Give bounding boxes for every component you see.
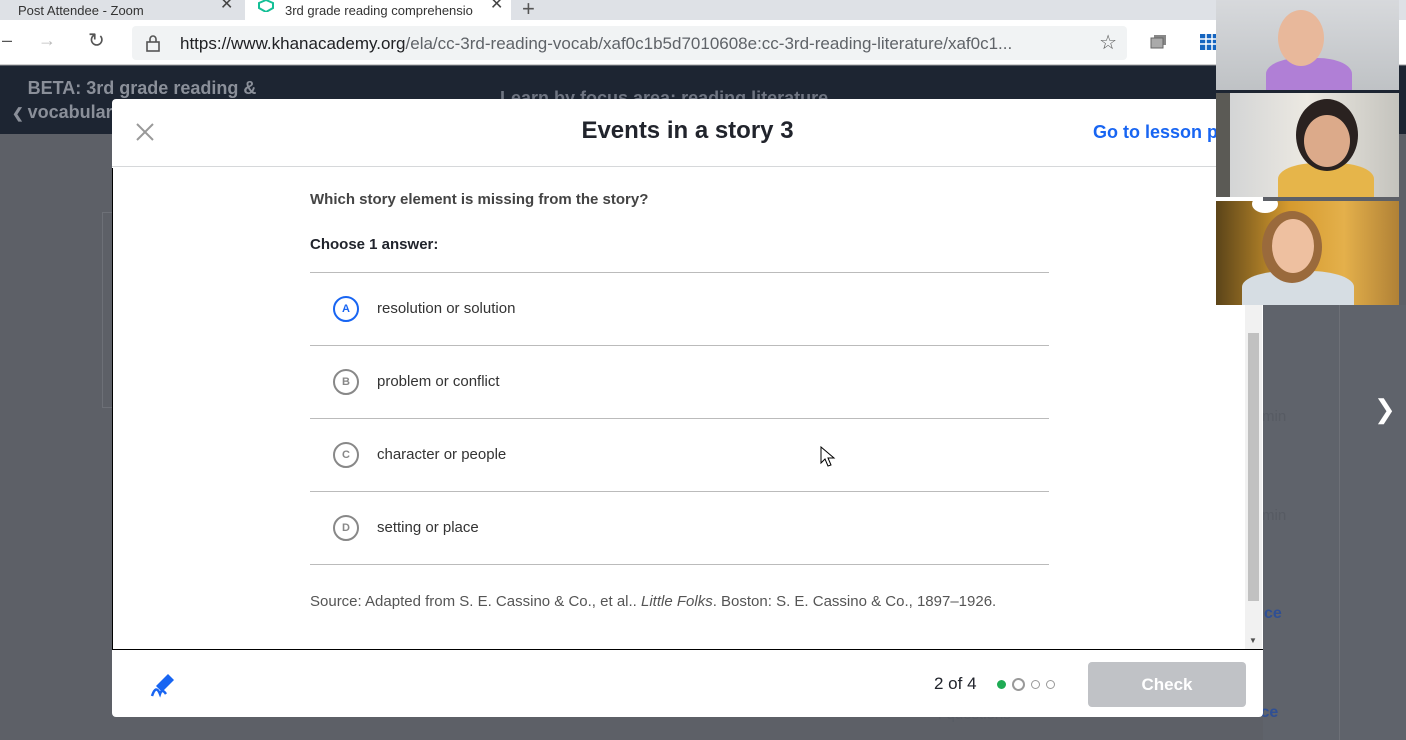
back-icon[interactable]: – xyxy=(2,30,12,51)
tab-zoom-close-icon[interactable]: ✕ xyxy=(220,0,233,13)
favorite-star-icon[interactable]: ☆ xyxy=(1099,30,1117,55)
participant-video-2[interactable] xyxy=(1216,93,1399,197)
source-title: Little Folks xyxy=(641,593,713,610)
tab-zoom-label: Post Attendee - Zoom xyxy=(18,2,144,18)
background-practice-link: ce xyxy=(1264,605,1282,622)
choice-a-letter: A xyxy=(333,296,359,322)
progress-dots xyxy=(997,678,1055,691)
new-tab-button[interactable]: + xyxy=(522,0,535,22)
address-bar[interactable]: https://www.khanacademy.org/ela/cc-3rd-r… xyxy=(132,26,1127,60)
choice-c[interactable]: C character or people xyxy=(310,419,1049,492)
exercise-content: Which story element is missing from the … xyxy=(112,168,1263,649)
participant-2-face xyxy=(1304,115,1350,167)
background-text-min-2: min xyxy=(1262,507,1287,524)
choice-c-letter: C xyxy=(333,442,359,468)
choice-c-text: character or people xyxy=(377,446,507,463)
participant-3-face xyxy=(1272,219,1314,273)
participant-video-3[interactable] xyxy=(1216,201,1399,305)
source-suffix: . Boston: S. E. Cassino & Co., 1897–1926… xyxy=(712,593,997,610)
modal-title: Events in a story 3 xyxy=(581,117,794,144)
collections-icon[interactable] xyxy=(1150,34,1168,50)
exercise-modal: Events in a story 3 Go to lesson pa Whic… xyxy=(112,99,1263,717)
chevron-right-icon[interactable]: ❯ xyxy=(1374,394,1396,425)
tab-khan-academy[interactable]: 3rd grade reading comprehensio ✕ xyxy=(245,0,511,20)
scratchpad-pencil-icon[interactable] xyxy=(148,670,178,700)
progress-dot-2 xyxy=(1012,678,1025,691)
choice-d-letter: D xyxy=(333,515,359,541)
tab-khan-academy-label: 3rd grade reading comprehensio xyxy=(285,2,473,18)
answer-choices: A resolution or solution B problem or co… xyxy=(310,272,1049,565)
participant-1-head xyxy=(1278,10,1324,66)
choice-a-text: resolution or solution xyxy=(377,300,516,317)
modal-header: Events in a story 3 Go to lesson pa xyxy=(112,99,1263,167)
browser-tabbar: Post Attendee - Zoom ✕ 3rd grade reading… xyxy=(0,0,1406,22)
lock-icon xyxy=(146,35,160,52)
choice-d-text: setting or place xyxy=(377,519,479,536)
progress-dot-3 xyxy=(1031,680,1040,689)
url-host: https://www.khanacademy.org xyxy=(180,34,406,53)
progress-text: 2 of 4 xyxy=(934,674,977,693)
check-button[interactable]: Check xyxy=(1088,662,1246,707)
source-prefix: Source: Adapted from S. E. Cassino & Co.… xyxy=(310,593,641,610)
question-text: Which story element is missing from the … xyxy=(310,191,649,208)
choice-b-letter: B xyxy=(333,369,359,395)
chevron-left-icon: ❮ xyxy=(12,105,28,121)
browser-toolbar: – → ↻ https://www.khanacademy.org/ela/cc… xyxy=(0,20,1406,65)
choice-b-text: problem or conflict xyxy=(377,373,500,390)
scrollbar-thumb[interactable] xyxy=(1248,333,1259,601)
mouse-cursor-icon xyxy=(820,446,836,467)
progress-dot-4 xyxy=(1046,680,1055,689)
url-text: https://www.khanacademy.org/ela/cc-3rd-r… xyxy=(180,34,1012,54)
choose-prompt: Choose 1 answer: xyxy=(310,236,439,253)
go-to-lesson-link[interactable]: Go to lesson pa xyxy=(1093,122,1228,143)
modal-footer: 2 of 4 Check xyxy=(112,649,1263,717)
choice-a[interactable]: A resolution or solution xyxy=(310,273,1049,346)
url-path: /ela/cc-3rd-reading-vocab/xaf0c1b5d70106… xyxy=(405,34,1013,53)
tab-khan-close-icon[interactable]: ✕ xyxy=(490,0,503,13)
forward-icon[interactable]: → xyxy=(38,30,56,51)
progress-dot-1 xyxy=(997,680,1006,689)
choice-d[interactable]: D setting or place xyxy=(310,492,1049,565)
doorway xyxy=(1216,93,1230,197)
khan-academy-logo-icon xyxy=(258,0,274,12)
ceiling-light xyxy=(1252,201,1278,213)
participant-video-1[interactable] xyxy=(1216,0,1399,90)
background-text-min-1: min xyxy=(1262,408,1287,425)
choice-b[interactable]: B problem or conflict xyxy=(310,346,1049,419)
scroll-down-arrow-icon[interactable]: ▼ xyxy=(1249,636,1257,645)
tab-zoom[interactable]: Post Attendee - Zoom ✕ xyxy=(0,0,243,20)
refresh-icon[interactable]: ↻ xyxy=(88,28,105,53)
source-citation: Source: Adapted from S. E. Cassino & Co.… xyxy=(310,593,996,610)
